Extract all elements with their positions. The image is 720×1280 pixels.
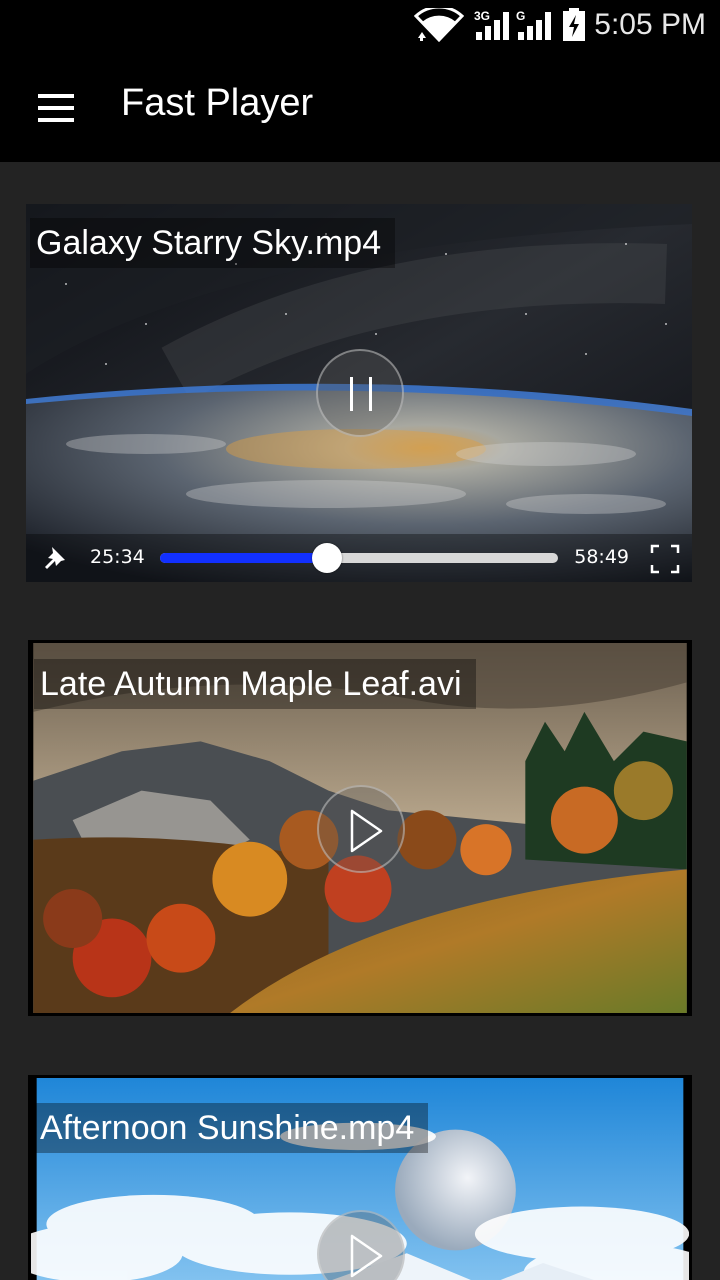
video-card-galaxy[interactable]: Galaxy Starry Sky.mp4 25:34 58:49 (26, 204, 692, 582)
play-icon[interactable] (317, 785, 405, 873)
status-bar: 3G G 5:05 PM (0, 0, 720, 52)
current-time: 25:34 (90, 546, 145, 568)
play-icon[interactable] (317, 1210, 405, 1280)
network-g-label: G (516, 9, 525, 23)
wifi-icon (414, 8, 464, 42)
playback-controls: 25:34 58:49 (26, 534, 692, 582)
status-time: 5:05 PM (594, 8, 706, 41)
pause-icon[interactable] (316, 349, 404, 437)
video-title: Afternoon Sunshine.mp4 (34, 1103, 429, 1153)
total-time: 58:49 (574, 546, 629, 568)
app-title: Fast Player (121, 82, 314, 124)
fullscreen-icon[interactable] (650, 544, 680, 574)
app-bar: Fast Player (0, 52, 720, 162)
battery-charging-icon (563, 8, 585, 41)
network-3g-label: 3G (474, 9, 490, 23)
pin-icon[interactable] (40, 544, 68, 572)
video-card-autumn[interactable]: Late Autumn Maple Leaf.avi (28, 640, 692, 1016)
video-card-sunshine[interactable]: Afternoon Sunshine.mp4 (28, 1075, 692, 1280)
seek-bar-thumb[interactable] (312, 543, 343, 573)
signal-g-icon: G (516, 9, 551, 40)
video-title: Galaxy Starry Sky.mp4 (30, 218, 396, 268)
signal-3g-icon: 3G (474, 9, 509, 40)
seek-bar[interactable] (160, 543, 558, 573)
hamburger-menu-icon[interactable] (28, 82, 84, 134)
seek-bar-progress (160, 553, 328, 563)
video-title: Late Autumn Maple Leaf.avi (34, 659, 476, 709)
